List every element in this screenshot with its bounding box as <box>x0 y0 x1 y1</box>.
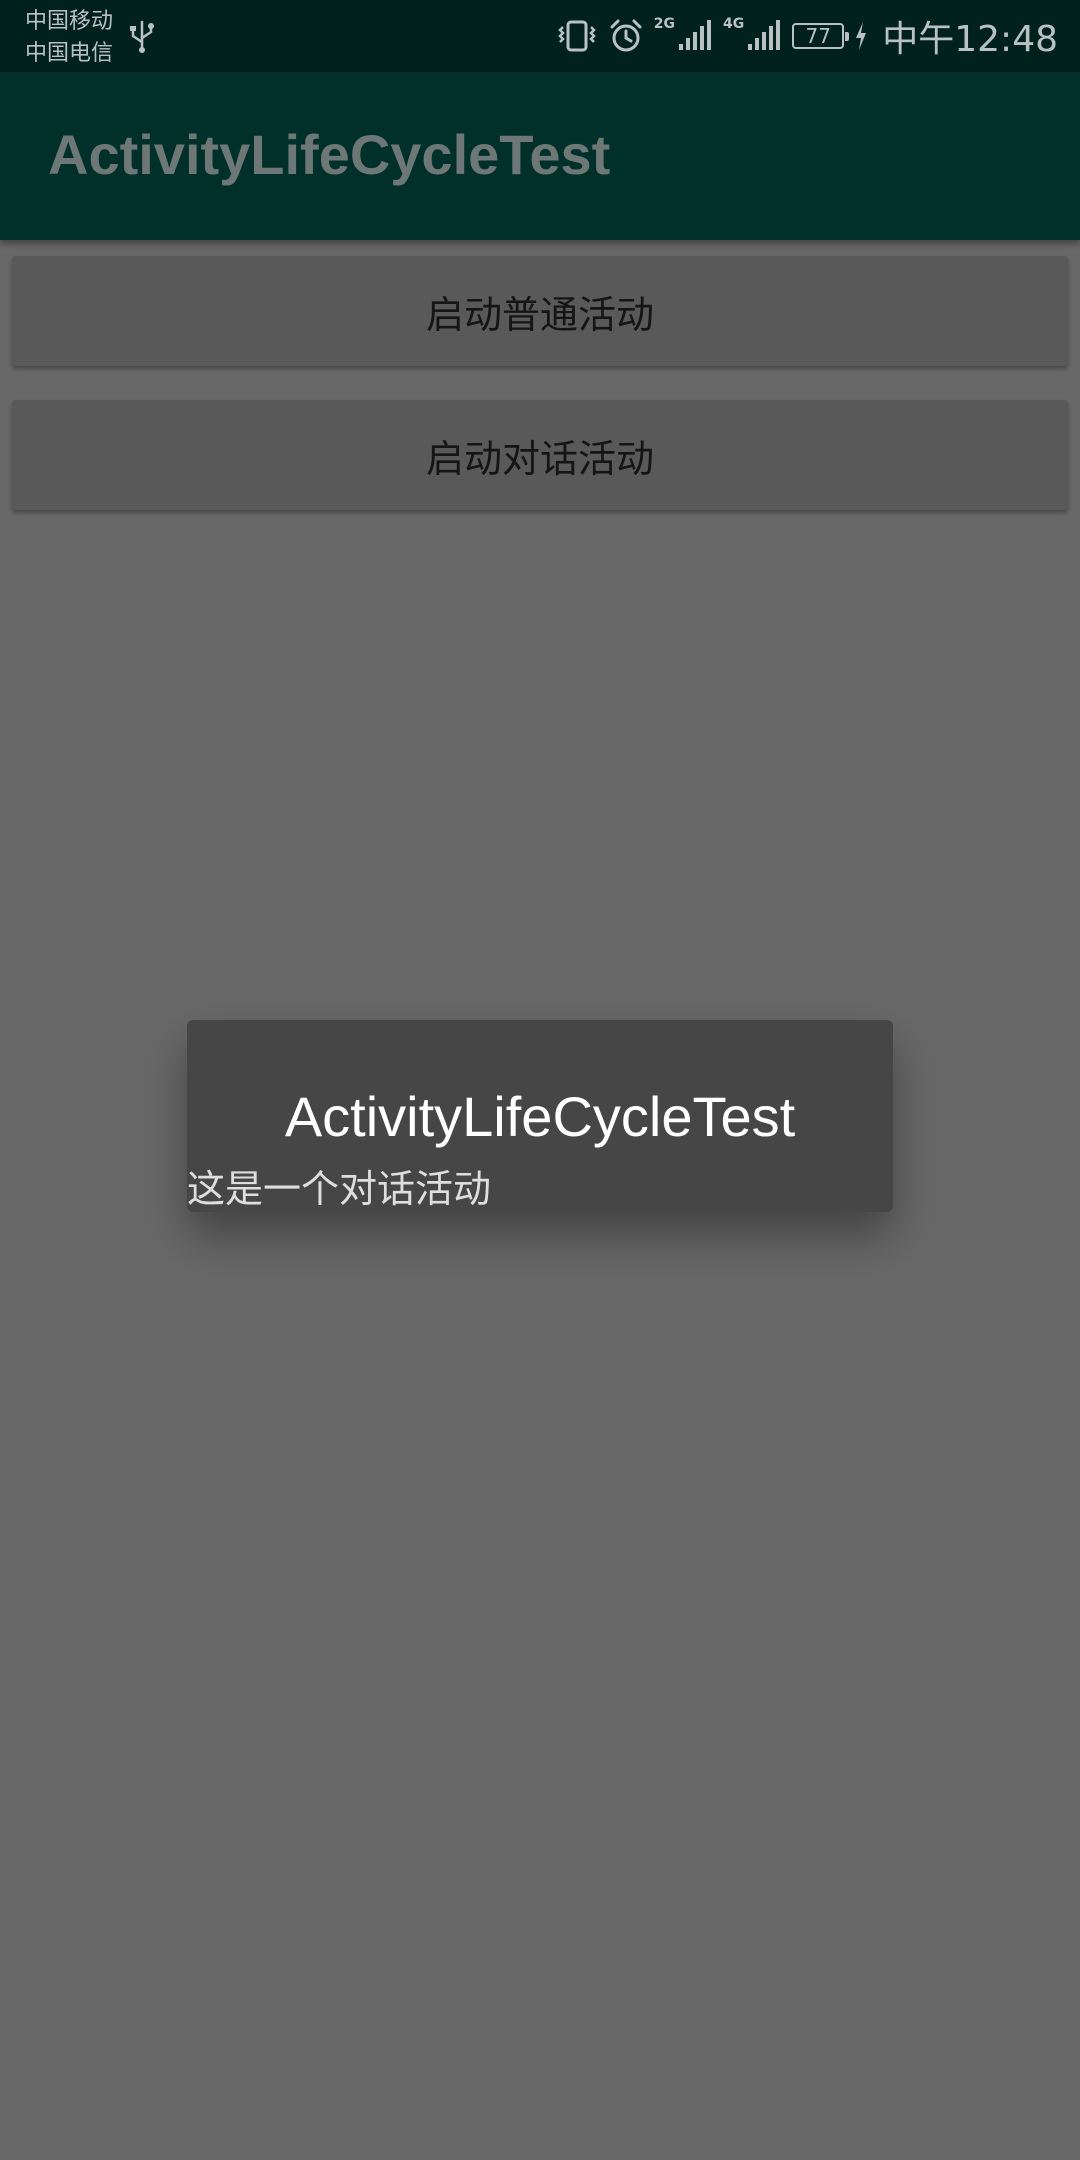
network-type-1-label: 2G <box>653 16 676 32</box>
network-type-2-label: 4G <box>723 16 745 32</box>
app-bar: ActivityLifeCycleTest <box>0 72 1080 240</box>
signal-icon <box>748 20 781 50</box>
carrier-2-label: 中国电信 <box>25 41 114 66</box>
start-dialog-activity-button[interactable]: 启动对话活动 <box>12 400 1068 510</box>
app-title: ActivityLifeCycleTest <box>48 123 611 186</box>
dialog-message: 这是一个对话活动 <box>187 1167 492 1211</box>
screen: 中国移动 中国电信 2G 4G 77 中午12:48 ActivityLifeC… <box>0 0 1080 2160</box>
status-bar: 中国移动 中国电信 2G 4G 77 中午12:48 <box>0 0 1080 72</box>
alarm-icon <box>610 19 642 52</box>
charging-icon <box>856 22 867 50</box>
dialog-title: ActivityLifeCycleTest <box>284 1085 796 1148</box>
signal-icon <box>679 20 712 50</box>
battery-level: 77 <box>805 24 831 48</box>
battery-icon: 77 <box>792 23 850 49</box>
clock: 中午12:48 <box>882 19 1058 60</box>
status-icons: 2G 4G 77 中午12:48 <box>556 0 1058 72</box>
vibrate-icon <box>558 20 596 52</box>
usb-icon <box>130 20 154 53</box>
carrier-1-label: 中国移动 <box>25 9 114 34</box>
start-normal-activity-button[interactable]: 启动普通活动 <box>12 256 1068 366</box>
dialog-window: ActivityLifeCycleTest 这是一个对话活动 <box>187 1020 893 1212</box>
carrier-info: 中国移动 中国电信 <box>25 6 113 70</box>
